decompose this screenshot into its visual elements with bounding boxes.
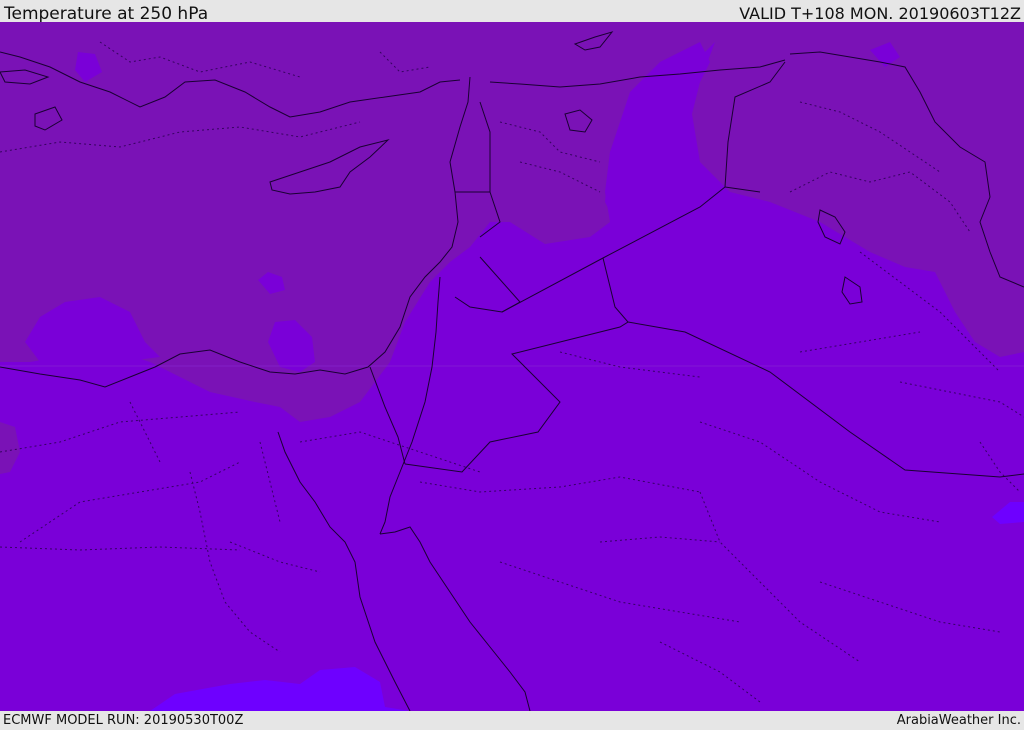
- footer-bar: ECMWF MODEL RUN: 20190530T00Z ArabiaWeat…: [0, 711, 1024, 729]
- map-canvas[interactable]: [0, 22, 1024, 711]
- header-bar: Temperature at 250 hPa VALID T+108 MON. …: [0, 0, 1024, 24]
- credit-label: ArabiaWeather Inc.: [896, 713, 1021, 728]
- temperature-map[interactable]: [0, 22, 1024, 711]
- model-run-label: ECMWF MODEL RUN: 20190530T00Z: [3, 713, 244, 728]
